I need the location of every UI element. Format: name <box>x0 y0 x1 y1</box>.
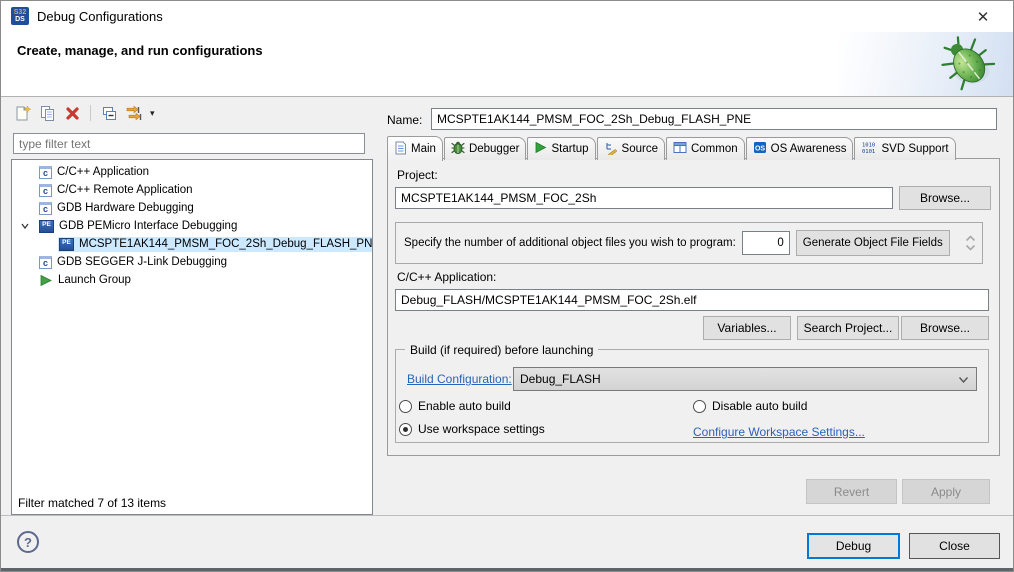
project-label: Project: <box>397 168 438 182</box>
expanded-chevron-icon[interactable] <box>20 221 30 234</box>
tree-item-selected-configuration[interactable]: PE MCSPTE1AK144_PMSM_FOC_2Sh_Debug_FLASH… <box>12 235 372 253</box>
tree-item-gdb-hardware-debugging[interactable]: c GDB Hardware Debugging <box>12 199 372 217</box>
tree-item-cpp-remote-application[interactable]: c C/C++ Remote Application <box>12 181 372 199</box>
os-awareness-icon: OS <box>753 141 767 157</box>
page-title: Create, manage, and run configurations <box>17 43 263 58</box>
build-group-legend: Build (if required) before launching <box>405 343 598 357</box>
generate-object-file-fields-button[interactable]: Generate Object File Fields <box>796 230 950 256</box>
configure-workspace-settings-link[interactable]: Configure Workspace Settings... <box>693 425 865 439</box>
titlebar: S32 DS Debug Configurations ✕ <box>1 1 1013 32</box>
chevron-down-icon <box>958 376 969 384</box>
binary-icon: 10100101 <box>861 141 877 157</box>
tree-item-cpp-application[interactable]: c C/C++ Application <box>12 163 372 181</box>
configurations-toolbar: ▾ <box>13 102 155 124</box>
tab-startup[interactable]: Startup <box>527 137 595 160</box>
tab-debugger[interactable]: Debugger <box>444 137 527 160</box>
radio-icon <box>399 400 412 413</box>
table-icon <box>673 141 687 157</box>
project-input[interactable] <box>395 187 893 209</box>
tab-bar: Main Debugger Startup <box>387 135 956 160</box>
help-button[interactable]: ? <box>17 531 39 553</box>
collapse-all-icon[interactable] <box>100 104 118 122</box>
application-label: C/C++ Application: <box>397 270 496 284</box>
duplicate-configuration-icon[interactable] <box>38 104 56 122</box>
bug-icon <box>937 34 999 97</box>
pemicro-icon: PE <box>59 238 74 251</box>
tab-main[interactable]: Main <box>387 136 443 161</box>
close-button[interactable]: Close <box>909 533 1000 559</box>
use-workspace-settings-radio[interactable]: Use workspace settings <box>399 422 545 436</box>
tree-item-gdb-segger-jlink-debugging[interactable]: c GDB SEGGER J-Link Debugging <box>12 253 372 271</box>
svg-text:1010: 1010 <box>862 143 875 149</box>
close-icon[interactable]: ✕ <box>967 4 999 29</box>
radio-icon <box>693 400 706 413</box>
variables-button[interactable]: Variables... <box>703 316 791 340</box>
search-project-button[interactable]: Search Project... <box>797 316 899 340</box>
object-files-count-input[interactable] <box>742 231 790 255</box>
chevron-up-icon <box>965 235 976 242</box>
filter-input[interactable] <box>13 133 365 154</box>
scroll-spinner[interactable] <box>962 235 978 251</box>
tab-source[interactable]: Source <box>597 137 665 160</box>
application-input[interactable] <box>395 289 989 311</box>
source-icon <box>604 141 618 158</box>
window-title: Debug Configurations <box>37 1 163 32</box>
project-browse-button[interactable]: Browse... <box>899 186 991 210</box>
delete-configuration-icon[interactable] <box>63 104 81 122</box>
build-configuration-link[interactable]: Build Configuration: <box>407 372 512 386</box>
tab-svd-support[interactable]: 10100101 SVD Support <box>854 137 955 160</box>
document-icon <box>394 141 407 158</box>
filter-configurations-icon[interactable] <box>125 104 143 122</box>
debug-button[interactable]: Debug <box>807 533 900 559</box>
cpp-app-icon: c <box>39 184 52 197</box>
disable-auto-build-radio[interactable]: Disable auto build <box>693 399 807 413</box>
new-configuration-icon[interactable] <box>13 104 31 122</box>
apply-button[interactable]: Apply <box>902 479 990 504</box>
enable-auto-build-radio[interactable]: Enable auto build <box>399 399 511 413</box>
cpp-app-icon: c <box>39 202 52 215</box>
debug-configurations-dialog: S32 DS Debug Configurations ✕ <box>0 0 1014 572</box>
cpp-app-icon: c <box>39 256 52 269</box>
revert-button[interactable]: Revert <box>806 479 897 504</box>
object-files-label: Specify the number of additional object … <box>404 237 736 249</box>
tree-item-launch-group[interactable]: Launch Group <box>12 271 372 289</box>
startup-play-icon <box>534 141 547 157</box>
cpp-app-icon: c <box>39 166 52 179</box>
header-banner: Create, manage, and run configurations <box>1 32 1013 96</box>
tab-os-awareness[interactable]: OS OS Awareness <box>746 137 854 160</box>
chevron-down-icon <box>965 244 976 251</box>
divider <box>1 515 1013 516</box>
radio-selected-icon <box>399 423 412 436</box>
build-configuration-select[interactable]: Debug_FLASH <box>513 367 977 391</box>
divider <box>1 96 1013 97</box>
name-input[interactable] <box>431 108 997 130</box>
pemicro-icon: PE <box>39 220 54 233</box>
debugger-bug-icon <box>451 141 465 158</box>
filter-status-label: Filter matched 7 of 13 items <box>18 496 166 510</box>
name-label: Name: <box>387 113 422 127</box>
application-browse-button[interactable]: Browse... <box>901 316 989 340</box>
object-files-group: Specify the number of additional object … <box>395 222 983 264</box>
launch-group-icon <box>39 274 53 287</box>
tab-common[interactable]: Common <box>666 137 745 160</box>
toolbar-separator <box>90 105 91 121</box>
banner-gradient <box>838 32 1013 96</box>
toolbar-menu-caret-icon[interactable]: ▾ <box>150 108 155 119</box>
svg-text:0101: 0101 <box>862 149 875 154</box>
configurations-tree: c C/C++ Application c C/C++ Remote Appli… <box>11 159 373 515</box>
svg-text:OS: OS <box>755 146 765 153</box>
tree-item-gdb-pemicro-interface-debugging[interactable]: PE GDB PEMicro Interface Debugging <box>12 217 372 235</box>
app-icon: S32 DS <box>11 7 29 25</box>
